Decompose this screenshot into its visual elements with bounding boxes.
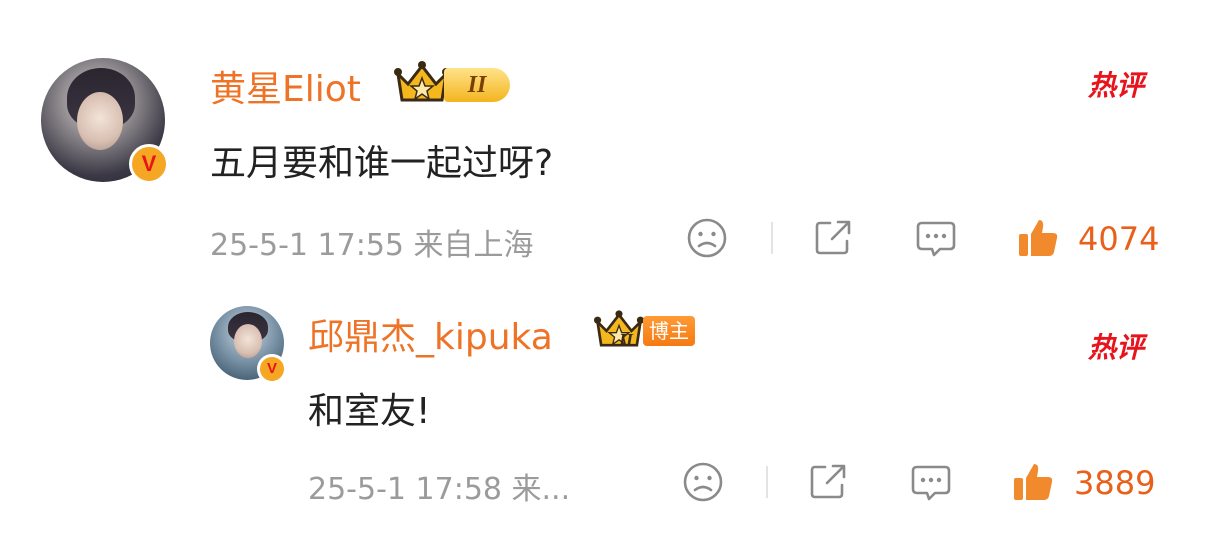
share-icon[interactable]	[807, 461, 849, 503]
divider	[766, 466, 768, 498]
verified-badge-icon: V	[129, 144, 169, 184]
comment-author[interactable]: 邱鼎杰_kipuka	[308, 308, 553, 360]
hot-comment-tag: 热评	[1088, 69, 1145, 102]
level-badge: II	[444, 68, 510, 102]
share-icon[interactable]	[812, 217, 854, 259]
hot-comment-tag: 热评	[1088, 331, 1145, 364]
divider	[771, 222, 773, 254]
comment-icon[interactable]	[909, 461, 953, 505]
host-badge: 博主	[643, 316, 695, 346]
like-count: 3889	[1074, 464, 1156, 502]
sad-face-icon[interactable]	[686, 217, 728, 259]
comment-text: 和室友!	[308, 391, 431, 432]
comment-author[interactable]: 黄星Eliot	[210, 60, 361, 112]
comment-meta: 25-5-1 17:55 来自上海	[210, 228, 534, 263]
crown-icon	[394, 60, 450, 106]
comment-text: 五月要和谁一起过呀?	[210, 143, 554, 184]
comment-meta: 25-5-1 17:58 来...	[308, 472, 571, 507]
verified-badge-icon: V	[257, 354, 287, 384]
thumbs-up-icon[interactable]	[1011, 460, 1055, 504]
sad-face-icon[interactable]	[682, 461, 724, 503]
thumbs-up-icon[interactable]	[1016, 216, 1060, 260]
like-count: 4074	[1078, 220, 1160, 258]
comment-icon[interactable]	[914, 217, 958, 261]
level-badge-mark: II	[619, 330, 634, 350]
